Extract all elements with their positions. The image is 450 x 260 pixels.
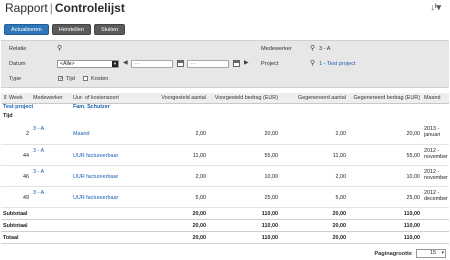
col-soort[interactable]: Uur- of kostensoort [71,93,146,104]
medewerker-search-icon[interactable]: ⚲ [310,45,315,52]
medewerker-link[interactable]: 3 - A [31,144,71,166]
medewerker-value: 3 - A [319,46,331,52]
report-table: ⇕ Week Medewerker Uur- of kostensoort Vo… [1,93,449,244]
calendar-to-icon[interactable] [233,60,240,67]
group-project-label[interactable]: Test project [1,103,71,113]
soort-link[interactable]: UUR factureerbaar [71,144,146,166]
datum-label: Datum [9,61,26,67]
calendar-from-icon[interactable] [177,60,184,67]
kosten-checkbox[interactable] [83,76,88,81]
group-row-type: Tijd [1,113,449,123]
close-button[interactable]: Sluiten [93,24,126,35]
filter-panel: Relatie ⚲ Datum <Alle> ▾ ◀ - - - - ▶ Type… [1,40,449,88]
col-voorgesteld-bedrag[interactable]: Voorgesteld bedrag (EUR) [208,93,280,104]
table-row: 49 3 - A UUR factureerbaar 5,00 25,00 5,… [1,186,449,208]
subtotal-row: Subtotaal 20,00 110,00 20,00 110,00 [1,219,449,232]
tijd-label: Tijd [66,76,75,82]
sort-menu-icon[interactable]: ↓ᴵ▾ [430,2,441,13]
soort-link[interactable]: Maand [71,123,146,145]
col-gegenereerd-aantal[interactable]: Gegenereerd aantal [280,93,348,104]
chevron-down-icon: ▾ [441,250,444,256]
medewerker-label: Medewerker [261,46,292,52]
page-size-label: Paginagrootte [374,250,412,257]
page-header: Rapport | Controlelijst ↓ᴵ▾ [5,1,445,15]
relatie-search-icon[interactable]: ⚲ [57,45,62,52]
soort-link[interactable]: UUR factureerbaar [71,165,146,187]
title-main: Rapport [5,1,48,15]
maand-cell: 2012 - november [422,144,449,166]
table-row: 2 3 - A Maand 2,00 20,00 2,00 20,00 2013… [1,123,449,145]
col-voorgesteld-aantal[interactable]: Voorgesteld aantal [146,93,208,104]
table-row: 44 3 - A UUR factureerbaar 11,00 55,00 1… [1,144,449,166]
col-week[interactable]: ⇕ Week [1,93,31,104]
project-value-link[interactable]: 1 - Test project [319,61,356,67]
page-title: Rapport | Controlelijst [5,1,125,15]
maand-cell: 2012 - december [422,186,449,208]
datum-select[interactable]: <Alle> ▾ [57,60,119,68]
table-row: 46 3 - A UUR factureerbaar 2,00 10,00 2,… [1,165,449,187]
toolbar: Actualiseren Herstellen Sluiten [4,24,126,35]
maand-cell: 2012 - november [422,165,449,187]
previous-period-icon[interactable]: ◀ [123,60,128,67]
group-row-project: Test project Fam. Schutzer [1,103,449,113]
refresh-button[interactable]: Actualiseren [4,24,49,35]
project-search-icon[interactable]: ⚲ [310,60,315,67]
reset-button[interactable]: Herstellen [51,24,91,35]
tijd-checkbox[interactable]: ✓ [58,76,63,82]
chevron-down-icon: ▾ [112,61,118,67]
group-type-label: Tijd [3,113,13,119]
page-size-control: Paginagrootte 15 ▾ [374,249,446,258]
medewerker-link[interactable]: 3 - A [31,165,71,187]
maand-cell: 2013 - januari [422,123,449,145]
date-from-input[interactable]: - - [131,60,173,68]
table-header-row: ⇕ Week Medewerker Uur- of kostensoort Vo… [1,93,449,104]
group-fam-label[interactable]: Fam. Schutzer [71,103,146,113]
soort-link[interactable]: UUR factureerbaar [71,186,146,208]
medewerker-link[interactable]: 3 - A [31,123,71,145]
col-gegenereerd-bedrag[interactable]: Gegenereerd bedrag (EUR) [348,93,422,104]
next-period-icon[interactable]: ▶ [244,60,249,67]
date-to-input[interactable]: - - [187,60,229,68]
project-label: Project [261,61,279,67]
subtotal-row: Subtotaal 20,00 110,00 20,00 110,00 [1,207,449,220]
col-maand[interactable]: Maand [422,93,449,104]
type-label: Type [9,76,22,82]
total-row: Totaal 20,00 110,00 20,00 110,00 [1,231,449,244]
kosten-label: Kosten [91,76,109,82]
page-size-select[interactable]: 15 ▾ [416,249,446,258]
medewerker-link[interactable]: 3 - A [31,186,71,208]
relatie-label: Relatie [9,46,27,52]
title-sub: Controlelijst [54,1,125,15]
col-medewerker[interactable]: Medewerker [31,93,71,104]
